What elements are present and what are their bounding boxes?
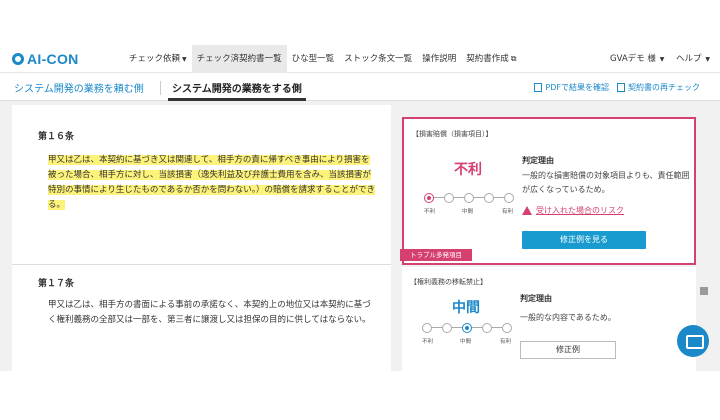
tab-client-side[interactable]: システム開発の業務を頼む側 bbox=[14, 80, 144, 95]
article-body: 甲又は乙は、本契約に基づき又は関連して、相手方の責に帰すべき事由により損害を被っ… bbox=[48, 153, 378, 213]
article-17[interactable]: 第１７条 甲又は乙は、相手方の書面による事前の承諾なく、本契約上の地位又は本契約… bbox=[12, 266, 391, 376]
article-title: 第１６条 bbox=[38, 132, 75, 142]
caret-down-icon: ▼ bbox=[703, 56, 711, 63]
help-label: ヘルプ bbox=[676, 54, 702, 64]
reason-title: 判定理由 bbox=[520, 294, 552, 303]
logo-text: AI-CON bbox=[27, 50, 79, 67]
pdf-icon bbox=[534, 83, 543, 92]
scale-dot bbox=[464, 193, 474, 203]
nav-label: ストック条文一覧 bbox=[344, 53, 413, 64]
scale-dot bbox=[444, 193, 454, 203]
risk-card-damages[interactable]: 【損害賠償（損害項目）】 不利 不利 中間 有利 判定理由 一般的な損害賠償の対… bbox=[402, 117, 696, 265]
article-body: 甲又は乙は、相手方の書面による事前の承諾なく、本契約上の地位又は本契約に基づく権… bbox=[48, 300, 371, 325]
scale-dot-active bbox=[462, 323, 472, 333]
main-content: 第１６条 甲又は乙は、本契約に基づき又は関連して、相手方の責に帰すべき事由により… bbox=[0, 101, 720, 371]
risk-category: 【権利義務の移転禁止】 bbox=[410, 278, 487, 286]
trouble-badge: トラブル多発項目 bbox=[400, 249, 472, 261]
nav-label: 契約書作成 bbox=[466, 53, 509, 64]
warning-icon bbox=[522, 206, 532, 215]
scale-dot bbox=[484, 193, 494, 203]
article-16[interactable]: 第１６条 甲又は乙は、本契約に基づき又は関連して、相手方の責に帰すべき事由により… bbox=[12, 105, 391, 265]
risk-link-label: 受け入れた場合のリスク bbox=[536, 206, 624, 215]
nav-label: 操作説明 bbox=[422, 53, 457, 64]
nav-item-checked-list[interactable]: チェック済契約書一覧 bbox=[191, 44, 287, 73]
scale-label-neutral: 中間 bbox=[460, 339, 472, 345]
view-tabs-bar: システム開発の業務を頼む側 システム開発の業務をする側 PDFで結果を確認 契約… bbox=[0, 73, 720, 101]
app: AI-CON チェック依頼 ▼ チェック済契約書一覧 ひな型一覧 ストック条文一覧… bbox=[0, 0, 720, 420]
risk-level: 不利 bbox=[454, 162, 482, 178]
scale-dot bbox=[482, 323, 492, 333]
contract-document: 第１６条 甲又は乙は、本契約に基づき又は関連して、相手方の責に帰すべき事由により… bbox=[12, 105, 391, 371]
recheck-label: 契約書の再チェック bbox=[628, 83, 700, 92]
reason-text: 一般的な損害賠償の対象項目よりも、責任範囲が広くなっているため。 bbox=[522, 171, 690, 194]
risk-level: 中間 bbox=[452, 300, 480, 316]
risk-scale: 不利 中間 有利 bbox=[422, 193, 522, 223]
reason-text: 一般的な内容であるため。 bbox=[520, 313, 616, 322]
caret-down-icon: ▼ bbox=[182, 55, 187, 63]
tab-vendor-side[interactable]: システム開発の業務をする側 bbox=[172, 80, 302, 95]
pdf-result-link[interactable]: PDFで結果を確認 bbox=[534, 82, 609, 93]
scale-label-neutral: 中間 bbox=[462, 209, 474, 215]
nav-item-manual[interactable]: 操作説明 bbox=[417, 45, 461, 73]
user-menu[interactable]: GVAデモ 様 ▼ bbox=[610, 45, 664, 73]
logo[interactable]: AI-CON bbox=[12, 51, 124, 67]
tab-divider bbox=[160, 81, 161, 95]
help-menu[interactable]: ヘルプ ▼ bbox=[676, 45, 710, 73]
article-title: 第１７条 bbox=[38, 279, 75, 289]
chat-support-button[interactable] bbox=[677, 325, 709, 357]
scale-dot bbox=[422, 323, 432, 333]
reason-title: 判定理由 bbox=[522, 156, 554, 165]
scale-dot bbox=[502, 323, 512, 333]
user-name: GVAデモ 様 bbox=[610, 54, 656, 64]
nav-label: チェック済契約書一覧 bbox=[196, 53, 282, 64]
external-link-icon: ⧉ bbox=[510, 53, 517, 63]
nav-item-check-request[interactable]: チェック依頼 ▼ bbox=[124, 45, 192, 73]
view-revision-example-button[interactable]: 修正例を見る bbox=[522, 231, 646, 249]
caret-down-icon: ▼ bbox=[657, 56, 665, 63]
pdf-label: PDFで結果を確認 bbox=[545, 83, 609, 92]
nav-item-templates[interactable]: ひな型一覧 bbox=[287, 45, 340, 73]
recheck-link[interactable]: 契約書の再チェック bbox=[617, 82, 700, 93]
nav-label: チェック依頼 bbox=[129, 53, 181, 64]
scale-dot bbox=[504, 193, 514, 203]
nav-label: ひな型一覧 bbox=[291, 53, 335, 64]
top-nav: AI-CON チェック依頼 ▼ チェック済契約書一覧 ひな型一覧 ストック条文一覧… bbox=[0, 44, 720, 73]
result-actions: PDFで結果を確認 契約書の再チェック bbox=[534, 82, 708, 93]
nav-menu: チェック依頼 ▼ チェック済契約書一覧 ひな型一覧 ストック条文一覧 操作説明 契… bbox=[124, 44, 521, 73]
scale-label-favorable: 有利 bbox=[502, 209, 514, 215]
scale-dot-active bbox=[424, 193, 434, 203]
revision-example-button[interactable]: 修正例 bbox=[520, 341, 616, 359]
scale-label-unfavorable: 不利 bbox=[424, 209, 436, 215]
nav-item-create-contract[interactable]: 契約書作成 ⧉ bbox=[461, 45, 521, 73]
risk-scale: 不利 中間 有利 bbox=[420, 323, 520, 353]
scrollbar-thumb[interactable] bbox=[700, 287, 708, 295]
highlighted-clause: 甲又は乙は、本契約に基づき又は関連して、相手方の責に帰すべき事由により損害を被っ… bbox=[48, 155, 375, 210]
logo-icon bbox=[12, 52, 24, 65]
risk-category: 【損害賠償（損害項目）】 bbox=[412, 130, 493, 138]
scale-label-unfavorable: 不利 bbox=[422, 339, 434, 345]
acceptance-risk-link[interactable]: 受け入れた場合のリスク bbox=[522, 205, 624, 216]
nav-item-stock-clauses[interactable]: ストック条文一覧 bbox=[339, 45, 417, 73]
risk-card-assignment[interactable]: 【権利義務の移転禁止】 中間 不利 中間 有利 判定理由 一般的な内容であるため… bbox=[402, 267, 696, 371]
scale-dot bbox=[442, 323, 452, 333]
scale-label-favorable: 有利 bbox=[500, 339, 512, 345]
document-icon bbox=[617, 83, 625, 92]
